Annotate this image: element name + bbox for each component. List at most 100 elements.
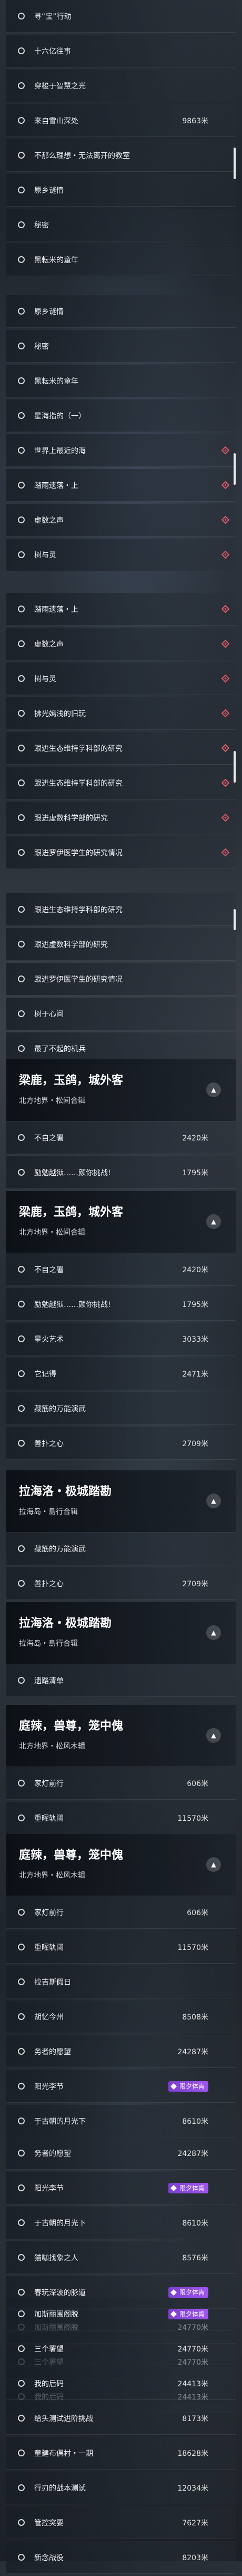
quest-row[interactable]: 家灯前行 606米 bbox=[6, 1896, 236, 1929]
quest-row[interactable]: 跟进虚数科学部的研究 bbox=[6, 802, 236, 834]
quest-row[interactable]: 胡忆今州 8508米 bbox=[6, 2001, 236, 2033]
quest-row[interactable]: 树于心间 bbox=[6, 998, 236, 1030]
quest-row[interactable]: 不自之署 2420米 bbox=[6, 1253, 236, 1286]
section-subtitle: 北方地界・松风木辑 bbox=[19, 1871, 85, 1880]
quest-row[interactable]: 黑耘米的童年 bbox=[6, 243, 236, 276]
quest-row[interactable]: 它记得 2471米 bbox=[6, 1358, 236, 1390]
quest-label: 星火艺术 bbox=[34, 1335, 64, 1344]
chevron-up-icon[interactable]: ▲ bbox=[206, 1214, 221, 1229]
quest-label: 树于心间 bbox=[34, 1010, 64, 1019]
section-header[interactable]: 梁鹿，玉鸽，城外客 北方地界・松间合辑 ▲ bbox=[6, 1059, 236, 1121]
scrollbar-thumb[interactable] bbox=[234, 751, 236, 783]
quest-circle-icon bbox=[18, 906, 25, 913]
quest-row[interactable]: 树与灵 bbox=[6, 539, 236, 571]
quest-row[interactable]: 遗路清单 bbox=[6, 1664, 236, 1697]
quest-row[interactable]: 重曜轨阈 11570米 bbox=[6, 1931, 236, 1964]
quest-row[interactable]: 阳光李节 限夕体肯 bbox=[6, 2172, 236, 2204]
section-header[interactable]: 拉海洛・极城踏勘 拉海岛・島行合辑 ▲ bbox=[6, 1602, 236, 1664]
quest-row[interactable]: 猫咖找象之人 8576米 bbox=[6, 2241, 236, 2274]
red-diamond-icon bbox=[221, 744, 230, 753]
quest-row[interactable]: 善扑之心 2709米 bbox=[6, 1567, 236, 1600]
quest-row[interactable]: 世界上最近的海 bbox=[6, 434, 236, 467]
chevron-up-icon[interactable]: ▲ bbox=[206, 1082, 221, 1097]
quest-row[interactable]: 穿梭于智慧之光 bbox=[6, 70, 236, 102]
quest-row[interactable]: 原乡谜情 bbox=[6, 174, 236, 207]
quest-row[interactable]: 务者的愿望 24287米 bbox=[6, 2137, 236, 2170]
section-header[interactable]: 梁鹿，玉鸽，城外客 北方地界・松间合辑 ▲ bbox=[6, 1191, 236, 1253]
quest-row[interactable]: 拂光嫣浅的旧玩 bbox=[6, 697, 236, 730]
quest-row[interactable]: 原乡谜情 bbox=[6, 295, 236, 328]
quest-row[interactable]: 三个署望 24770米 bbox=[6, 2333, 236, 2365]
quest-row[interactable]: 秘密 bbox=[6, 209, 236, 241]
quest-label: 阳光李节 bbox=[34, 2184, 64, 2193]
scrollbar-thumb[interactable] bbox=[234, 453, 236, 485]
quest-row[interactable]: 跟进罗伊医学生的研究情况 bbox=[6, 836, 236, 869]
quest-row[interactable]: 十六亿往事 bbox=[6, 35, 236, 67]
quest-row[interactable]: 黑耘米的童年 bbox=[6, 365, 236, 397]
chevron-up-icon[interactable]: ▲ bbox=[206, 1728, 221, 1743]
quest-row[interactable]: 寻“宝”行动 bbox=[6, 0, 236, 33]
chevron-up-icon[interactable]: ▲ bbox=[206, 1857, 221, 1872]
quest-row[interactable]: 跟进罗伊医学生的研究情况 bbox=[6, 963, 236, 996]
quest-circle-icon bbox=[18, 1045, 25, 1052]
quest-row[interactable]: 家灯前行 606米 bbox=[6, 1767, 236, 1800]
quest-circle-icon bbox=[18, 308, 25, 315]
quest-row[interactable]: 于古朝的月光下 8610米 bbox=[6, 2207, 236, 2239]
quest-label: 踏雨遗落・上 bbox=[34, 605, 78, 614]
quest-label: 不那么理想・无法离开的教室 bbox=[34, 151, 130, 160]
section-title: 拉海洛・极城踏勘 bbox=[19, 1485, 112, 1498]
chevron-up-icon[interactable]: ▲ bbox=[206, 1625, 221, 1640]
quest-row[interactable]: 励勉越狱……颜你挑战! 1795米 bbox=[6, 1156, 236, 1189]
quest-row[interactable]: 星海指的（一） bbox=[6, 399, 236, 432]
quest-row[interactable]: 管控突要 7627米 bbox=[6, 2506, 236, 2539]
red-diamond-icon bbox=[221, 813, 230, 822]
quest-row[interactable]: 跟进生态维持学科部的研究 bbox=[6, 893, 236, 926]
quest-group: 跟进生态维持学科部的研究 跟进虚数科学部的研究 跟进罗伊医学生的研究情况 树于心间 最了… bbox=[6, 893, 236, 1067]
quest-row[interactable]: 行刃的战本测试 12034米 bbox=[6, 2472, 236, 2504]
quest-circle-icon bbox=[18, 482, 25, 489]
quest-row[interactable]: 加斯丽围阁脱 限夕体肯 bbox=[6, 2298, 236, 2330]
section-header[interactable]: 庭辣，兽尊，笼中傀 北方地界・松风木辑 ▲ bbox=[6, 1834, 236, 1896]
quest-row[interactable]: 阳光李节 限夕体肯 bbox=[6, 2070, 236, 2103]
quest-row[interactable]: 星火艺术 3033米 bbox=[6, 1323, 236, 1355]
quest-row[interactable]: 虚数之声 bbox=[6, 504, 236, 536]
quest-row[interactable]: 跟进虚数科学部的研究 bbox=[6, 928, 236, 961]
quest-row[interactable]: 我的后码 24413米 bbox=[6, 2367, 236, 2400]
section-header[interactable]: 庭辣，兽尊，笼中傀 北方地界・松风木辑 ▲ bbox=[6, 1705, 236, 1767]
quest-row[interactable]: 新念战役 8203米 bbox=[6, 2541, 236, 2574]
quest-circle-icon bbox=[18, 1677, 25, 1684]
quest-row[interactable]: 藏筋的万能演武 bbox=[6, 1533, 236, 1565]
quest-row[interactable]: 务者的愿望 24287米 bbox=[6, 2035, 236, 2068]
quest-row[interactable]: 拉吉斯假日 bbox=[6, 1966, 236, 1998]
quest-row[interactable]: 秘密 bbox=[6, 330, 236, 363]
quest-label: 星海指的（一） bbox=[34, 412, 86, 421]
quest-row[interactable]: 藏筋的万能演武 bbox=[6, 1392, 236, 1425]
quest-label: 穿梭于智慧之光 bbox=[34, 82, 86, 91]
quest-circle-icon bbox=[18, 2150, 25, 2157]
quest-row[interactable]: 不那么理想・无法离开的教室 bbox=[6, 139, 236, 172]
quest-row[interactable]: 给头测试进阶挑战 8173米 bbox=[6, 2402, 236, 2435]
quest-circle-icon bbox=[18, 2380, 25, 2387]
quest-label: 树与灵 bbox=[34, 675, 56, 684]
quest-row[interactable]: 跟进生态维持学科部的研究 bbox=[6, 732, 236, 765]
quest-row[interactable]: 跟进生态维持学科部的研究 bbox=[6, 767, 236, 799]
chevron-up-icon[interactable]: ▲ bbox=[206, 1494, 221, 1508]
quest-row[interactable]: 善扑之心 2709米 bbox=[6, 1427, 236, 1460]
quest-row[interactable]: 重曜轨阈 11570米 bbox=[6, 1802, 236, 1835]
quest-distance: 12034米 bbox=[177, 2484, 208, 2493]
scrollbar-thumb[interactable] bbox=[234, 909, 236, 930]
quest-row[interactable]: 励勉越狱……颜你挑战! 1795米 bbox=[6, 1288, 236, 1321]
section-header[interactable]: 拉海洛・极城踏勘 拉海岛・島行合辑 ▲ bbox=[6, 1470, 236, 1533]
quest-row[interactable]: 踏雨遗落・上 bbox=[6, 469, 236, 502]
scrollbar-thumb[interactable] bbox=[234, 148, 236, 179]
quest-row[interactable]: 童建布偶村・一期 18628米 bbox=[6, 2437, 236, 2470]
quest-row[interactable]: 不自之署 2420米 bbox=[6, 1121, 236, 1154]
quest-distance: 8508米 bbox=[182, 2013, 208, 2022]
quest-row[interactable]: 踏雨遗落・上 bbox=[6, 593, 236, 626]
quest-label: 跟进生态维持学科部的研究 bbox=[34, 744, 123, 753]
quest-row[interactable]: 于古朝的月光下 8610米 bbox=[6, 2105, 236, 2138]
event-badge-icon bbox=[170, 2083, 177, 2090]
quest-row[interactable]: 虚数之声 bbox=[6, 628, 236, 660]
quest-row[interactable]: 来自雪山深处 9863米 bbox=[6, 104, 236, 137]
quest-row[interactable]: 树与灵 bbox=[6, 662, 236, 695]
